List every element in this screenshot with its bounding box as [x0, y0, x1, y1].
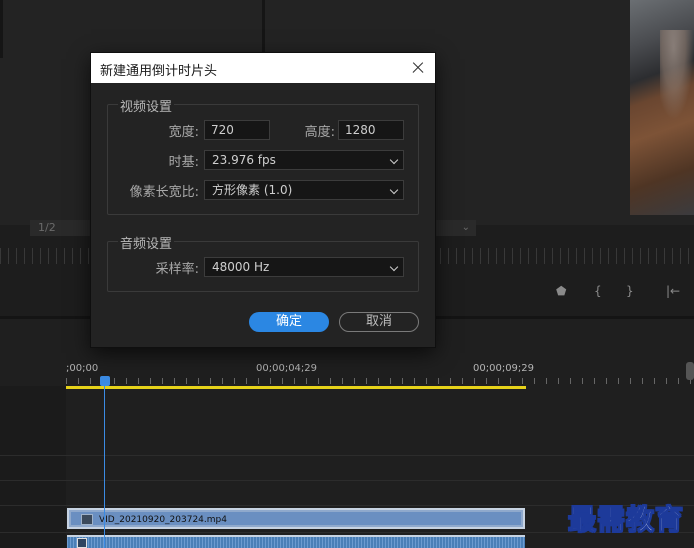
height-label: 高度: — [304, 125, 335, 140]
chevron-down-icon — [389, 155, 399, 165]
watermark-logo: 最需教育 — [567, 503, 685, 537]
pane-divider[interactable] — [262, 0, 265, 58]
zoom-level-select[interactable]: 1/2 — [30, 220, 92, 236]
width-label: 宽度: — [168, 125, 199, 140]
mark-in-icon[interactable]: { — [594, 284, 602, 298]
monitor-controls: ⬟ { } |← — [550, 284, 694, 302]
dialog-titlebar[interactable]: 新建通用倒计时片头 — [91, 53, 435, 83]
width-input[interactable]: 720 — [204, 120, 270, 140]
audio-fx-icon — [77, 538, 87, 548]
fx-badge-icon — [81, 514, 93, 525]
chevron-down-icon — [389, 185, 399, 195]
timeline-scrollbar[interactable] — [686, 362, 694, 380]
timeline-ruler[interactable] — [66, 378, 694, 384]
video-preview-image — [630, 0, 694, 215]
mark-out-icon[interactable]: } — [626, 284, 634, 298]
sample-rate-select[interactable]: 48000 Hz — [204, 257, 404, 277]
timebase-select[interactable]: 23.976 fps — [204, 150, 404, 170]
work-area-bar[interactable] — [66, 386, 526, 389]
dialog-title: 新建通用倒计时片头 — [100, 64, 218, 79]
pixel-aspect-select[interactable]: 方形像素 (1.0) — [204, 180, 404, 200]
audio-clip[interactable] — [67, 535, 525, 548]
sample-rate-value: 48000 Hz — [212, 260, 270, 274]
playback-resolution-select[interactable]: ⌄ — [434, 220, 476, 236]
timecode-start: ;00;00 — [66, 363, 99, 374]
timecode-end: 00;00;09;29 — [473, 363, 535, 374]
playhead-line[interactable] — [104, 376, 105, 548]
sample-rate-label: 采样率: — [155, 262, 199, 277]
timecode-mid: 00;00;04;29 — [256, 363, 318, 374]
video-clip-body: VID_20210920_203724.mp4 — [71, 512, 521, 525]
timebase-value: 23.976 fps — [212, 153, 276, 167]
track-headers — [0, 386, 66, 548]
pane-divider — [0, 0, 3, 58]
video-settings-label: 视频设置 — [118, 96, 175, 115]
playhead-handle[interactable] — [100, 376, 110, 386]
close-icon[interactable] — [407, 57, 429, 79]
video-clip[interactable]: VID_20210920_203724.mp4 — [67, 508, 525, 529]
chevron-down-icon — [389, 262, 399, 272]
marker-icon[interactable]: ⬟ — [556, 284, 566, 298]
go-to-in-icon[interactable]: |← — [666, 284, 680, 298]
height-input[interactable]: 1280 — [338, 120, 404, 140]
clip-name: VID_20210920_203724.mp4 — [99, 515, 227, 525]
new-countdown-dialog: 新建通用倒计时片头 视频设置 宽度: 720 高度: 1280 时基: 23.9… — [91, 53, 435, 347]
timebase-label: 时基: — [168, 155, 199, 170]
pixel-aspect-label: 像素长宽比: — [129, 185, 199, 200]
audio-settings-label: 音频设置 — [118, 233, 175, 252]
pixel-aspect-value: 方形像素 (1.0) — [212, 183, 293, 197]
ok-button[interactable]: 确定 — [249, 312, 329, 332]
cancel-button[interactable]: 取消 — [339, 312, 419, 332]
